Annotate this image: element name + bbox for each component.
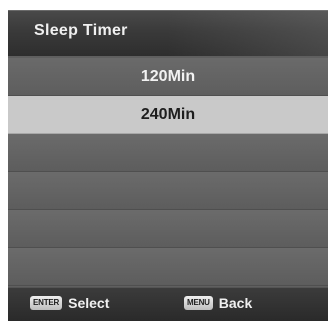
sleep-timer-menu: Sleep Timer 120Min 240Min ENTER Select M… (8, 10, 328, 321)
select-hint: ENTER Select (30, 295, 109, 311)
option-240min[interactable]: 240Min (8, 96, 328, 134)
back-label: Back (218, 295, 253, 311)
empty-row (8, 210, 328, 248)
title-bar: Sleep Timer (8, 10, 328, 56)
title-bar-glow (168, 10, 328, 56)
footer-hints: ENTER Select MENU Back (8, 287, 328, 321)
option-120min[interactable]: 120Min (8, 58, 328, 96)
empty-row (8, 172, 328, 210)
enter-key-icon: ENTER (30, 296, 63, 310)
empty-row (8, 134, 328, 172)
empty-row (8, 248, 328, 286)
menu-title: Sleep Timer (34, 22, 128, 39)
back-hint: MENU Back (184, 295, 252, 311)
select-label: Select (68, 295, 110, 311)
menu-key-icon: MENU (184, 296, 213, 310)
option-list: 120Min 240Min (8, 58, 328, 286)
